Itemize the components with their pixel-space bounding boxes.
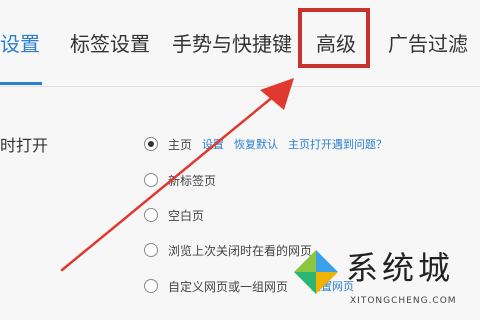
watermark-url: XITONGCHENG.COM bbox=[350, 296, 457, 306]
option-label-blank: 空白页 bbox=[168, 208, 205, 223]
radio-custom[interactable] bbox=[144, 279, 158, 293]
restore-default-link[interactable]: 恢复默认 bbox=[234, 136, 278, 152]
watermark-logo-icon bbox=[294, 250, 338, 294]
startup-section-label: 时打开 bbox=[0, 136, 49, 155]
startup-option-new-tab[interactable]: 新标签页 bbox=[144, 168, 216, 192]
settings-tab-bar: 设置 标签设置 手势与快捷键 高级 广告过滤 bbox=[0, 0, 480, 86]
startup-option-homepage[interactable]: 主页 设置 恢复默认 主页打开遇到问题？ bbox=[144, 132, 387, 156]
tab-tab-settings[interactable]: 标签设置 bbox=[70, 30, 150, 58]
radio-last-session[interactable] bbox=[144, 243, 158, 257]
tab-settings[interactable]: 设置 bbox=[0, 30, 40, 58]
homepage-settings-link[interactable]: 设置 bbox=[202, 136, 224, 152]
watermark: 系统城 XITONGCHENG.COM bbox=[286, 240, 480, 320]
watermark-name: 系统城 bbox=[346, 249, 455, 287]
tab-ad-filter[interactable]: 广告过滤 bbox=[388, 30, 468, 58]
advanced-tab-highlight bbox=[298, 8, 370, 68]
tab-divider bbox=[0, 86, 480, 87]
radio-homepage[interactable] bbox=[144, 137, 158, 151]
active-tab-indicator bbox=[0, 82, 42, 85]
tab-gestures-shortcuts[interactable]: 手势与快捷键 bbox=[172, 30, 292, 58]
startup-option-blank[interactable]: 空白页 bbox=[144, 203, 204, 227]
option-label-new-tab: 新标签页 bbox=[168, 173, 217, 188]
radio-blank[interactable] bbox=[144, 208, 158, 222]
option-label-custom: 自定义网页或一组网页 bbox=[168, 279, 289, 294]
homepage-problem-link[interactable]: 主页打开遇到问题？ bbox=[288, 136, 387, 152]
option-label-homepage: 主页 bbox=[168, 137, 193, 152]
radio-new-tab[interactable] bbox=[144, 173, 158, 187]
